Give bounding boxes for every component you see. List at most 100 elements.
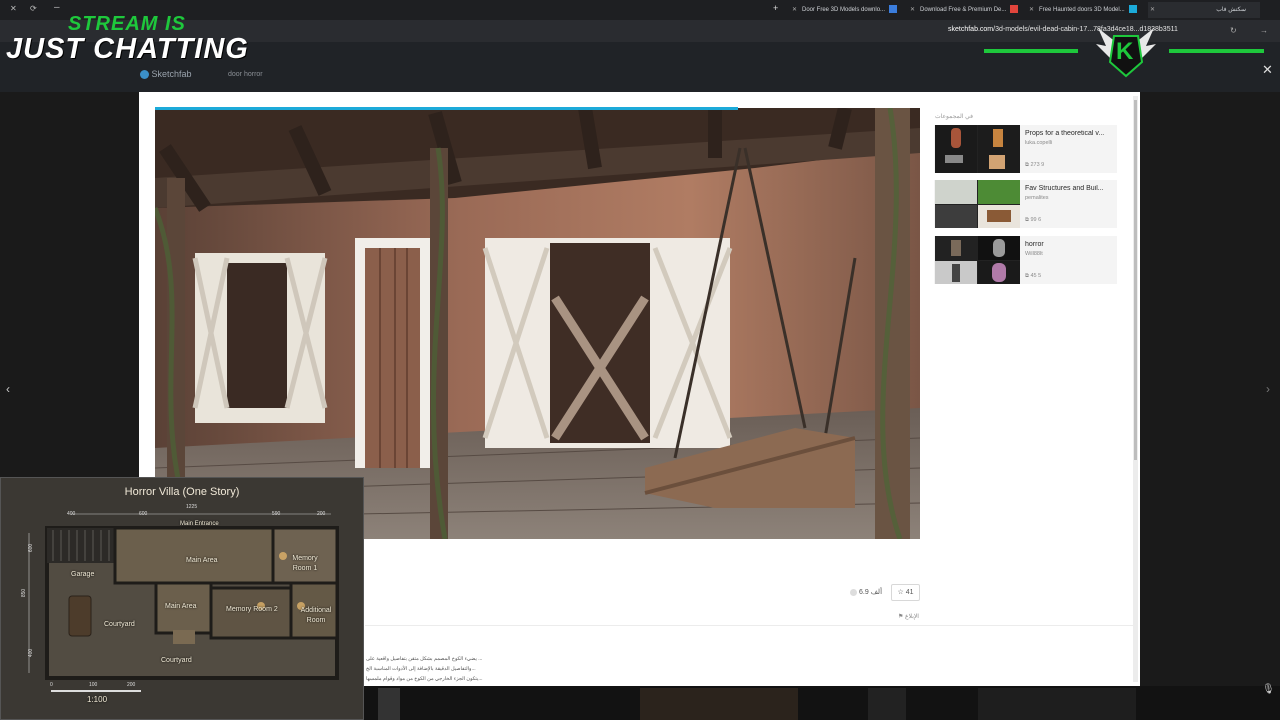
collection-name[interactable]: Props for a theoretical v... <box>1025 130 1115 137</box>
forward-icon[interactable]: → <box>1260 26 1268 35</box>
collection-thumbnail <box>935 180 1020 228</box>
dimension-label: 400 <box>28 648 35 658</box>
description-line: يضيء الكوخ المصمم بشكل متقن بتفاصيل واقع… <box>366 656 483 662</box>
star-icon: ☆ <box>897 589 906 596</box>
collection-stats: ⧉ 99 6 <box>1025 217 1041 224</box>
scale-tick: 0 <box>50 682 53 688</box>
view-count: 6.9 ألف <box>850 588 882 596</box>
dimension-label: 400 <box>67 511 76 517</box>
modal-scrollbar-thumb[interactable] <box>1134 100 1137 460</box>
overlay-accent-bar <box>1169 49 1264 53</box>
collection-name[interactable]: horror <box>1025 241 1115 248</box>
like-button[interactable]: ☆ 41 <box>891 584 920 601</box>
collection-thumbnail <box>935 125 1020 173</box>
previous-model-icon[interactable]: ‹ <box>6 382 10 396</box>
view-count-text: 6.9 ألف <box>859 589 883 596</box>
room-label: Additional Room <box>300 607 332 624</box>
collection-stats-text: 273 9 <box>1030 162 1045 168</box>
related-model-thumbnail[interactable] <box>640 688 798 720</box>
new-tab-button[interactable]: + <box>773 3 778 13</box>
dimension-label: 590 <box>272 511 281 517</box>
report-link[interactable]: ⚑ الإبلاغ <box>898 613 919 620</box>
close-tab-icon[interactable]: ✕ <box>1029 2 1034 18</box>
next-model-icon[interactable]: › <box>1266 382 1270 396</box>
close-window-icon[interactable]: ✕ <box>10 4 17 13</box>
overlay-accent-bar <box>984 49 1078 53</box>
collection-owner[interactable]: luka.copelli <box>1025 140 1052 146</box>
close-tab-icon[interactable]: ✕ <box>792 2 797 18</box>
dimension-label: 850 <box>21 588 28 598</box>
room-label: Memory Room 2 <box>226 606 278 613</box>
floor-plan-drawing <box>1 478 363 719</box>
collection-stats-text: 99 6 <box>1030 217 1042 223</box>
description-line: يتكون الجزء الخارجي من الكوخ من مواد وقو… <box>366 676 483 682</box>
close-icon[interactable]: ✕ <box>1262 63 1274 76</box>
collection-stats: ⧉ 273 9 <box>1025 162 1044 169</box>
tab-label: Download Free & Premium De... <box>920 7 1007 13</box>
dimension-label: 600 <box>139 511 148 517</box>
scale-tick: 200 <box>127 682 136 688</box>
collections-title: في المجموعات <box>935 114 973 120</box>
collection-stats-text: 45 5 <box>1030 273 1042 279</box>
microphone-icon[interactable]: 🎙 <box>1262 684 1275 695</box>
browser-tab-bar: ✕ ⟳ – + ✕ Door Free 3D Models downlo... … <box>0 0 1280 20</box>
room-label: Courtyard <box>104 621 135 628</box>
room-label: Main Area <box>165 603 197 610</box>
close-tab-icon[interactable]: ✕ <box>1150 2 1155 18</box>
related-model-thumbnail[interactable] <box>378 688 400 720</box>
collection-owner[interactable]: Will88lt <box>1025 251 1043 257</box>
sketchfab-logo-text: Sketchfab <box>151 69 192 79</box>
dimension-label: 1225 <box>186 504 198 510</box>
url-host: sketchfab.com <box>948 26 994 33</box>
favicon-icon <box>1010 5 1019 14</box>
tab-download-free-premium[interactable]: ✕ Download Free & Premium De... <box>910 2 1022 18</box>
related-models-strip <box>364 686 1280 720</box>
room-label: Garage <box>71 571 95 578</box>
collection-card[interactable]: Props for a theoretical v... luka.copell… <box>934 125 1117 173</box>
report-label: الإبلاغ <box>905 614 919 620</box>
room-label: Memory Room 1 <box>292 555 318 572</box>
related-model-thumbnail[interactable] <box>978 688 1136 720</box>
cabin-scene-illustration <box>155 108 920 539</box>
dimension-label: 200 <box>317 511 326 517</box>
search-input[interactable]: door horror <box>228 71 263 78</box>
3d-model-viewer[interactable] <box>155 108 920 539</box>
like-count: 41 <box>905 589 914 596</box>
collection-owner[interactable]: pemalites <box>1025 195 1049 201</box>
collection-card[interactable]: Fav Structures and Buil... pemalites ⧉ 9… <box>934 180 1117 228</box>
logo-letter: K <box>1116 38 1134 65</box>
scale-label: 1:100 <box>87 695 108 704</box>
reload-icon[interactable]: ⟳ <box>30 4 37 13</box>
favicon-icon <box>1128 5 1137 14</box>
description-line: والتفاصيل الدقيقة بالإضافة إلى الأدوات ا… <box>366 666 476 672</box>
tab-sketchfab-active[interactable]: ✕ سكتش فاب <box>1148 2 1260 18</box>
tab-label: Door Free 3D Models downlo... <box>802 7 886 13</box>
refresh-icon[interactable]: ↻ <box>1230 26 1237 35</box>
channel-logo: K <box>1096 22 1156 78</box>
sketchfab-logo[interactable]: Sketchfab <box>140 69 192 80</box>
minimize-icon[interactable]: – <box>54 2 60 13</box>
tab-label: Free Haunted doors 3D Model... <box>1039 7 1125 13</box>
room-label: Courtyard <box>161 657 192 664</box>
tab-free-haunted-doors[interactable]: ✕ Free Haunted doors 3D Model... <box>1029 2 1141 18</box>
favicon-icon <box>889 5 898 14</box>
dimension-label: 600 <box>28 543 35 553</box>
collection-name[interactable]: Fav Structures and Buil... <box>1025 185 1115 192</box>
related-model-thumbnail[interactable] <box>868 688 906 720</box>
collection-card[interactable]: horror Will88lt ⧉ 45 5 <box>934 236 1117 284</box>
tab-door-free-models[interactable]: ✕ Door Free 3D Models downlo... <box>792 2 904 18</box>
tab-label: سكتش فاب <box>1216 7 1246 13</box>
loading-progress-bar <box>155 107 738 110</box>
sketchfab-logo-icon <box>140 70 149 80</box>
stream-status-line2: JUST CHATTING <box>6 33 249 65</box>
room-label: Main Entrance <box>180 521 219 527</box>
eye-icon <box>850 588 857 596</box>
divider <box>365 625 1133 626</box>
room-label: Main Area <box>186 557 218 564</box>
close-tab-icon[interactable]: ✕ <box>910 2 915 18</box>
flag-icon: ⚑ <box>898 614 906 620</box>
scale-tick: 100 <box>89 682 98 688</box>
collection-stats: ⧉ 45 5 <box>1025 273 1041 280</box>
floor-plan-title: Horror Villa (One Story) <box>124 486 240 498</box>
floor-plan-overlay <box>0 477 364 720</box>
